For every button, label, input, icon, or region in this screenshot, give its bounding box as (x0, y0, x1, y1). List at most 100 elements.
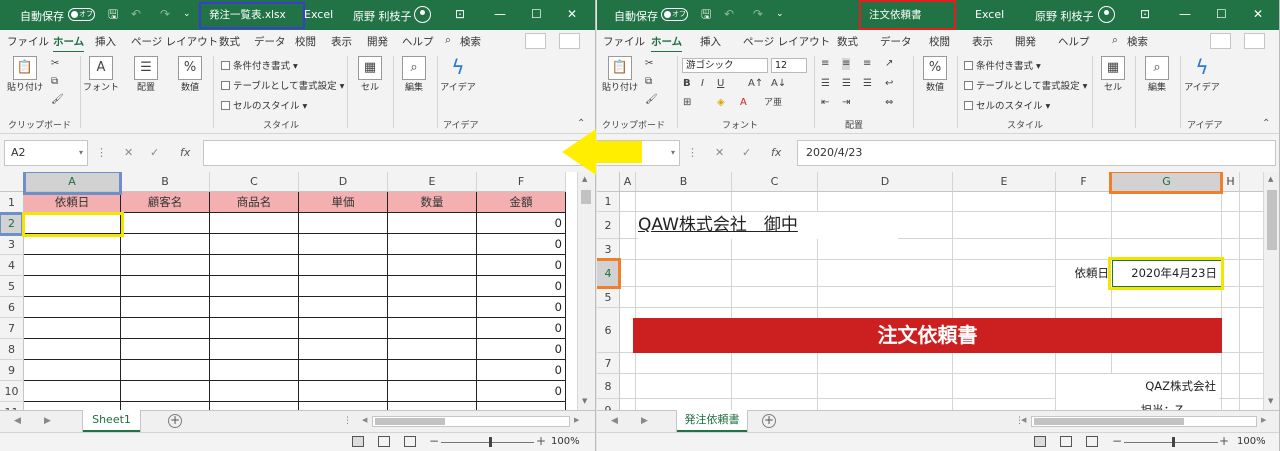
grid-cell[interactable] (953, 353, 1056, 374)
scroll-left-icon[interactable]: ◀ (362, 416, 367, 424)
tab-home[interactable]: ホーム (53, 34, 85, 53)
vertical-scrollbar[interactable]: ▲ ▼ (1263, 172, 1279, 410)
table-cell[interactable] (24, 297, 121, 318)
tab-review[interactable]: 校閲 (295, 34, 316, 49)
autosave-toggle[interactable]: オフ (661, 8, 688, 21)
row-header[interactable]: 10 (0, 381, 24, 402)
grid-cell[interactable] (1222, 374, 1240, 399)
orientation-icon[interactable]: ↗ (885, 58, 893, 70)
grid-cell[interactable] (1112, 239, 1222, 260)
formula-input[interactable] (203, 140, 593, 166)
increase-indent-icon[interactable]: ⇥ (842, 97, 850, 109)
row-header[interactable]: 9 (597, 399, 620, 410)
table-cell[interactable] (299, 276, 388, 297)
table-cell[interactable] (24, 360, 121, 381)
scroll-thumb[interactable] (1034, 418, 1184, 425)
row-header[interactable]: 8 (597, 374, 620, 399)
shrink-font-icon[interactable]: A↓ (771, 78, 786, 90)
table-cell[interactable] (121, 255, 210, 276)
table-cell[interactable] (210, 255, 299, 276)
grid-cell[interactable] (732, 399, 818, 410)
format-as-table-button[interactable]: テーブルとして書式設定 ▾ (221, 78, 344, 92)
grid-cell[interactable] (636, 239, 732, 260)
grid-cell[interactable] (953, 192, 1056, 212)
font-button[interactable]: A フォント (81, 56, 121, 94)
share-button[interactable] (525, 33, 546, 49)
grid-cell[interactable] (818, 353, 953, 374)
align-middle-icon[interactable]: ≡ (842, 58, 851, 70)
row-header[interactable]: 7 (0, 318, 24, 339)
grid-cell[interactable] (620, 374, 636, 399)
grid-cell[interactable] (953, 287, 1056, 308)
tab-home[interactable]: ホーム (651, 34, 683, 53)
format-as-table-button[interactable]: テーブルとして書式設定 ▾ (964, 78, 1087, 92)
table-cell[interactable] (299, 297, 388, 318)
tab-developer[interactable]: 開発 (1015, 34, 1036, 49)
redo-icon[interactable]: ↷ (753, 8, 763, 21)
cell-styles-button[interactable]: セルのスタイル ▾ (964, 98, 1050, 112)
scroll-thumb[interactable] (375, 418, 445, 425)
grid-cell[interactable] (1240, 308, 1263, 353)
decrease-indent-icon[interactable]: ⇤ (821, 97, 829, 109)
row-header[interactable]: 1 (597, 192, 620, 212)
amount-cell[interactable]: 0 (477, 276, 566, 297)
select-all-corner[interactable] (597, 172, 620, 192)
customize-toolbar-icon[interactable]: ⌄ (776, 8, 784, 21)
grid-cell[interactable] (1222, 192, 1240, 212)
add-sheet-icon[interactable]: + (168, 414, 182, 428)
grid-cell[interactable] (1112, 192, 1222, 212)
column-header[interactable]: A (24, 172, 121, 192)
tab-page-layout[interactable]: ページ レイアウト (131, 34, 218, 49)
grid-cell[interactable] (1240, 399, 1263, 410)
font-name-select[interactable]: 游ゴシック (682, 58, 768, 73)
tab-file[interactable]: ファイル (7, 34, 49, 49)
table-cell[interactable] (299, 360, 388, 381)
column-header[interactable]: A (620, 172, 636, 192)
border-icon[interactable]: ⊞ (683, 97, 691, 109)
grid-cell[interactable] (1240, 239, 1263, 260)
table-cell[interactable] (299, 381, 388, 402)
cut-icon[interactable]: ✂ (51, 58, 59, 70)
table-cell[interactable] (24, 402, 121, 410)
row-header[interactable]: 7 (597, 353, 620, 374)
table-cell[interactable] (121, 318, 210, 339)
table-cell[interactable] (121, 339, 210, 360)
column-header[interactable]: H (1222, 172, 1240, 192)
row-header[interactable]: 2 (597, 212, 620, 239)
grid-cell[interactable] (1222, 308, 1240, 353)
row-header[interactable]: 6 (597, 308, 620, 353)
grid-cell[interactable] (953, 399, 1056, 410)
grid-cell[interactable] (620, 353, 636, 374)
tab-data[interactable]: データ (254, 34, 286, 49)
grid-cell[interactable] (1112, 353, 1222, 374)
conditional-format-button[interactable]: 条件付き書式 ▾ (221, 58, 298, 72)
grow-font-icon[interactable]: A↑ (748, 78, 763, 90)
zoom-slider[interactable] (441, 442, 534, 443)
grid-cell[interactable] (732, 192, 818, 212)
avatar[interactable] (414, 6, 431, 23)
share-button[interactable] (1210, 33, 1231, 49)
ribbon-display-icon[interactable]: ⊡ (455, 8, 465, 21)
scroll-left-icon[interactable]: ◀ (1021, 416, 1026, 424)
collapse-ribbon-icon[interactable]: ⌃ (577, 118, 585, 129)
request-date-cell[interactable]: 2020年4月23日 (1112, 260, 1222, 287)
grid-cell[interactable] (818, 239, 953, 260)
conditional-format-button[interactable]: 条件付き書式 ▾ (964, 58, 1041, 72)
column-header[interactable]: I (1240, 172, 1263, 192)
tab-formulas[interactable]: 数式 (837, 34, 858, 49)
table-cell[interactable] (388, 297, 477, 318)
horizontal-scrollbar[interactable] (372, 416, 570, 427)
tab-insert[interactable]: 挿入 (95, 34, 116, 49)
merge-icon[interactable]: ⇔ (885, 97, 893, 109)
tab-developer[interactable]: 開発 (367, 34, 388, 49)
grid-cell[interactable] (1222, 260, 1240, 287)
table-cell[interactable] (210, 381, 299, 402)
grid-cell[interactable] (1056, 192, 1112, 212)
tab-file[interactable]: ファイル (603, 34, 645, 49)
close-icon[interactable]: ✕ (1253, 8, 1263, 21)
table-cell[interactable] (210, 402, 299, 410)
zoom-in-icon[interactable]: + (1219, 434, 1229, 448)
row-header[interactable]: 4 (0, 255, 24, 276)
ideas-button[interactable]: ϟ アイデア (1182, 56, 1222, 94)
grid-cell[interactable] (620, 192, 636, 212)
